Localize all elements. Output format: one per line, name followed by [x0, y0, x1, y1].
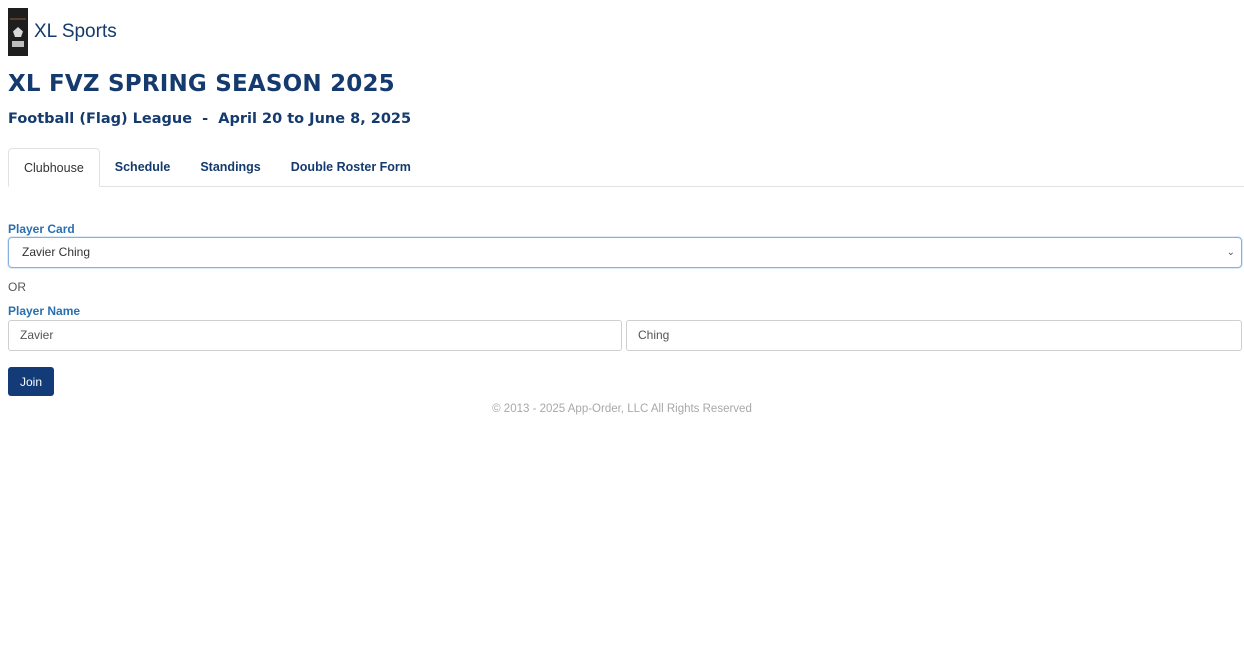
brand-header[interactable]: XL Sports: [8, 8, 117, 56]
last-name-value: Ching: [638, 328, 670, 342]
logo-emblem-icon: [13, 27, 23, 37]
player-card-select[interactable]: Zavier Ching ⌄: [8, 237, 1242, 268]
player-card-selected-value: Zavier Ching: [22, 245, 91, 259]
last-name-input[interactable]: Ching: [626, 320, 1242, 351]
player-name-label: Player Name: [8, 304, 81, 318]
tab-clubhouse[interactable]: Clubhouse: [8, 148, 100, 187]
brand-logo: [8, 8, 28, 56]
first-name-value: Zavier: [20, 328, 54, 342]
tab-schedule[interactable]: Schedule: [100, 148, 186, 186]
logo-base: [12, 41, 24, 47]
page-subtitle: Football (Flag) League - April 20 to Jun…: [8, 111, 412, 127]
join-button[interactable]: Join: [8, 367, 54, 396]
brand-name[interactable]: XL Sports: [34, 21, 117, 43]
logo-stripe: [10, 18, 26, 20]
footer-copyright: © 2013 - 2025 App-Order, LLC All Rights …: [492, 403, 752, 415]
tab-double-roster-form[interactable]: Double Roster Form: [276, 148, 426, 186]
or-separator: OR: [8, 280, 26, 294]
tab-bar: Clubhouse Schedule Standings Double Rost…: [8, 148, 1244, 187]
tab-standings[interactable]: Standings: [185, 148, 275, 186]
chevron-down-icon: ⌄: [1226, 247, 1235, 258]
player-card-label: Player Card: [8, 222, 75, 236]
first-name-input[interactable]: Zavier: [8, 320, 622, 351]
page-title: XL FVZ SPRING SEASON 2025: [8, 71, 395, 97]
